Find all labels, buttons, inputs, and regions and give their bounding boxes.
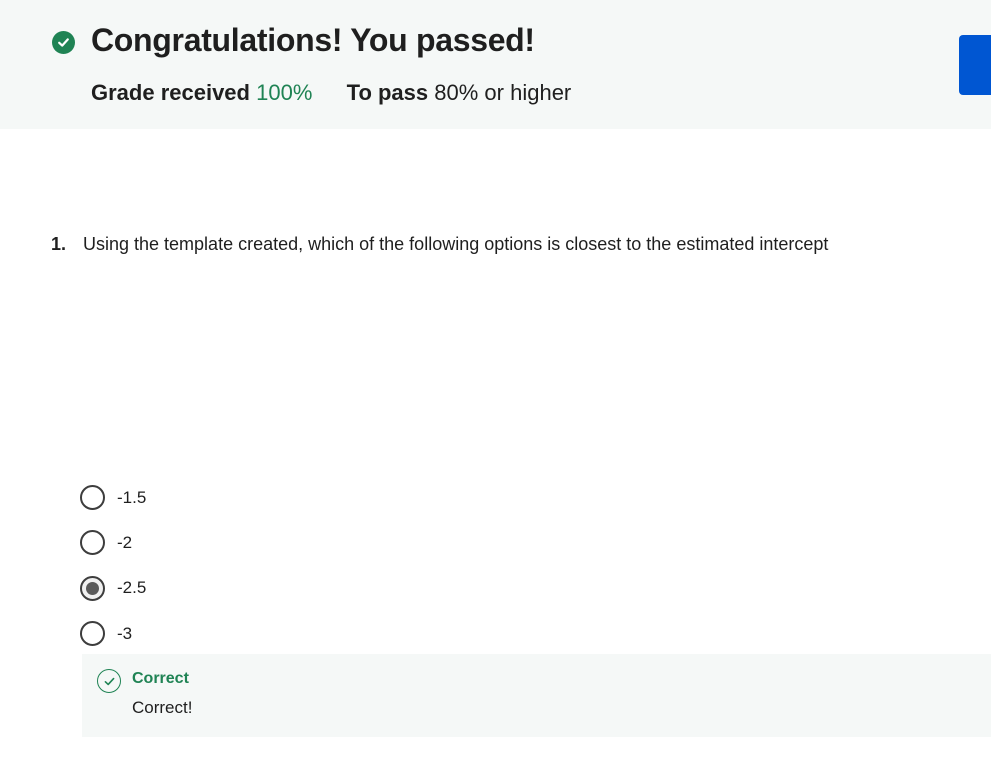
radio-button[interactable]	[80, 530, 105, 556]
question-number: 1.	[51, 234, 67, 254]
option-label: -2.5	[117, 578, 147, 598]
to-pass-label: To pass	[346, 80, 429, 105]
question-prompt: 1. Using the template created, which of t…	[51, 234, 828, 255]
option-label: -1.5	[117, 487, 147, 507]
radio-button[interactable]	[80, 485, 105, 511]
answer-option[interactable]: -2	[80, 520, 146, 565]
answer-option[interactable]: -2.5	[80, 566, 146, 611]
feedback-text: Correct!	[132, 698, 193, 717]
answer-option[interactable]: -1.5	[80, 475, 146, 520]
grade-received-value: 100%	[256, 80, 313, 105]
radio-button-selected[interactable]	[80, 575, 105, 601]
answer-option[interactable]: -3	[80, 611, 146, 656]
option-label: -2	[117, 532, 133, 552]
answer-feedback: Correct Correct!	[82, 654, 991, 737]
question-text: Using the template created, which of the…	[83, 234, 829, 254]
feedback-title: Correct	[132, 670, 189, 687]
radio-button[interactable]	[80, 621, 105, 647]
option-label: -3	[117, 623, 133, 643]
check-circle-filled-icon	[52, 31, 75, 54]
check-circle-outline-icon	[97, 669, 121, 693]
result-title: Congratulations! You passed!	[91, 22, 535, 58]
grade-summary: Grade received 100% To pass 80% or highe…	[91, 80, 571, 106]
next-item-button[interactable]	[959, 35, 991, 95]
to-pass-value: 80% or higher	[434, 80, 572, 105]
result-banner: Congratulations! You passed! Grade recei…	[0, 0, 991, 129]
grade-received-label: Grade received	[91, 80, 250, 105]
answer-options: -1.5 -2 -2.5 -3	[80, 475, 146, 656]
